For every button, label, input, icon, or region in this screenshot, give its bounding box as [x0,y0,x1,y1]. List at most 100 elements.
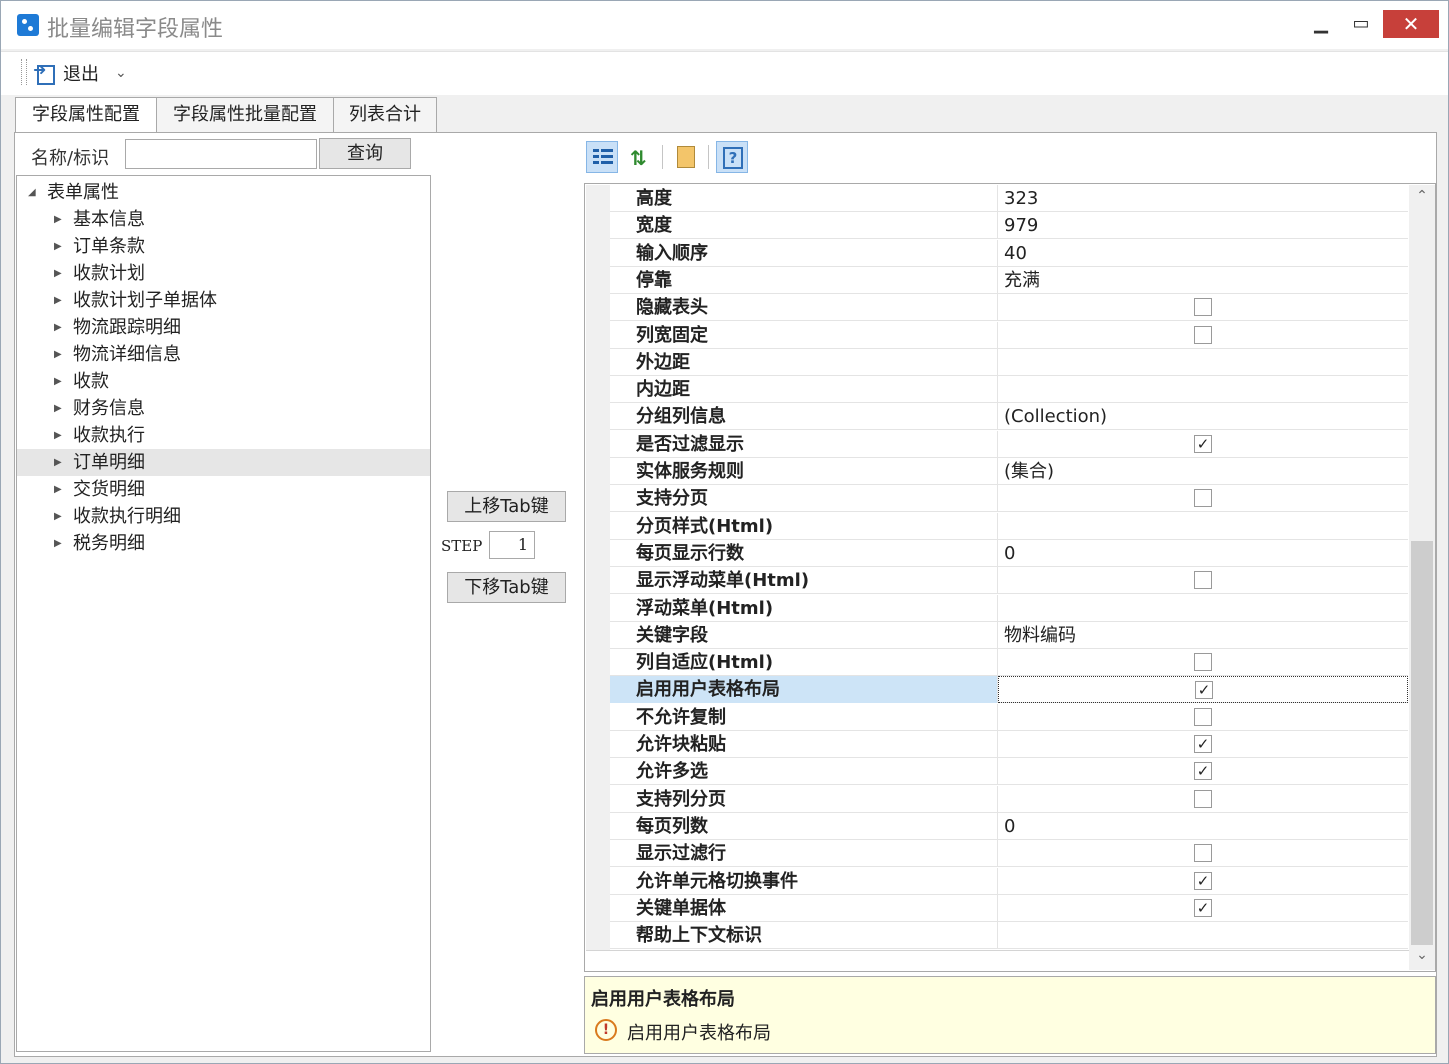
checked-checkbox[interactable]: ✓ [1194,762,1212,781]
unchecked-checkbox[interactable] [1194,298,1212,317]
property-value[interactable]: 物料编码 [998,622,1408,649]
tree-item[interactable]: ▶ 收款计划 [17,260,430,287]
property-row[interactable]: 分组列信息 (Collection) [610,403,1408,431]
categorized-button[interactable] [586,141,618,173]
property-value[interactable]: 充满 [998,267,1408,294]
scroll-up-icon[interactable]: ⌃ [1409,188,1435,204]
property-row[interactable]: 允许单元格切换事件 ✓ [610,867,1408,895]
property-value[interactable] [998,595,1408,622]
property-pages-button[interactable] [670,141,702,173]
scroll-thumb[interactable] [1411,541,1433,945]
search-input[interactable] [125,139,317,169]
property-row[interactable]: 支持列分页 [610,785,1408,813]
tree-item[interactable]: ▶ 收款执行 [17,422,430,449]
close-button[interactable]: ✕ [1383,10,1439,38]
expand-arrow-icon[interactable]: ▶ [54,260,62,287]
tab-field-property-config[interactable]: 字段属性配置 [15,97,157,135]
unchecked-checkbox[interactable] [1194,325,1212,344]
checked-checkbox[interactable]: ✓ [1194,434,1212,453]
property-row[interactable]: 支持分页 [610,485,1408,513]
property-row[interactable]: 实体服务规则 (集合) [610,458,1408,485]
property-value[interactable]: (集合) [998,458,1408,485]
property-row[interactable]: 分页样式(Html) [610,512,1408,540]
property-value-cell[interactable] [998,485,1408,512]
title-bar[interactable]: 批量编辑字段属性 ▁ ▭ ✕ [1,1,1448,49]
property-value[interactable]: 0 [998,540,1408,567]
expand-arrow-icon[interactable]: ▶ [54,476,62,503]
unchecked-checkbox[interactable] [1194,571,1212,590]
help-button[interactable]: ? [716,141,748,173]
property-row[interactable]: 不允许复制 [610,703,1408,731]
expand-arrow-icon[interactable]: ▶ [54,206,62,233]
unchecked-checkbox[interactable] [1194,707,1212,726]
property-row[interactable]: 显示浮动菜单(Html) [610,567,1408,595]
property-row[interactable]: 停靠 充满 [610,266,1408,294]
move-down-tab-button[interactable]: 下移Tab键 [447,572,566,603]
property-row[interactable]: 输入顺序 40 [610,239,1408,267]
property-value-cell[interactable] [998,704,1408,731]
exit-button[interactable]: 退出 ⌄ [33,59,127,87]
tree-item[interactable]: ▶ 交货明细 [17,476,430,503]
query-button[interactable]: 查询 [319,138,411,169]
expand-arrow-icon[interactable]: ▶ [54,368,62,395]
property-value[interactable] [998,513,1408,540]
property-row[interactable]: 显示过滤行 [610,840,1408,868]
property-value-cell[interactable]: ✓ [998,758,1408,785]
expand-arrow-icon[interactable]: ▶ [54,503,62,530]
expand-arrow-icon[interactable]: ▶ [54,530,62,557]
property-row[interactable]: 是否过滤显示 ✓ [610,430,1408,458]
form-tree[interactable]: ◢ 表单属性 ▶ 基本信息 ▶ 订单条款 ▶ 收款计划 ▶ 收款计划子单据体 ▶ 物流跟踪明细 ▶ 物… [16,175,431,1052]
tree-item[interactable]: ▶ 订单条款 [17,233,430,260]
property-row[interactable]: 外边距 [610,348,1408,376]
property-value-cell[interactable] [998,786,1408,813]
tree-root[interactable]: ◢ 表单属性 [17,179,430,206]
property-row[interactable]: 关键单据体 ✓ [610,894,1408,922]
expand-arrow-icon[interactable]: ▶ [54,422,62,449]
unchecked-checkbox[interactable] [1194,489,1212,508]
property-row[interactable]: 隐藏表头 [610,294,1408,322]
toolbar-grip[interactable] [21,59,27,85]
property-row[interactable]: 内边距 [610,376,1408,404]
minimize-button[interactable]: ▁ [1301,10,1341,38]
property-row[interactable]: 浮动菜单(Html) [610,594,1408,622]
tree-item[interactable]: ▶ 税务明细 [17,530,430,557]
chevron-down-icon[interactable]: ⌄ [115,65,127,81]
property-row[interactable]: 允许多选 ✓ [610,758,1408,786]
property-value[interactable]: 323 [998,185,1408,212]
property-row[interactable]: 每页列数 0 [610,812,1408,840]
property-value[interactable]: 979 [998,212,1408,239]
property-row[interactable]: 关键字段 物料编码 [610,621,1408,649]
property-row[interactable]: 列宽固定 [610,321,1408,349]
tree-item[interactable]: ▶ 基本信息 [17,206,430,233]
property-value[interactable]: 0 [998,813,1408,840]
property-grid[interactable]: 高度 323 宽度 979 输入顺序 40 停靠 充满 隐藏表头 列宽固定 外边距 内边距 分组列信息(… [584,183,1436,972]
property-row[interactable]: 高度 323 [610,185,1408,212]
tree-item[interactable]: ▶ 收款执行明细 [17,503,430,530]
expand-arrow-icon[interactable]: ▶ [54,287,62,314]
checked-checkbox[interactable]: ✓ [1194,735,1212,753]
property-value-cell[interactable] [998,294,1408,321]
collapse-arrow-icon[interactable]: ◢ [28,179,36,206]
property-value[interactable] [998,922,1408,949]
property-row[interactable]: 列自适应(Html) [610,649,1408,677]
property-row[interactable]: 宽度 979 [610,212,1408,240]
unchecked-checkbox[interactable] [1194,789,1212,808]
property-row[interactable]: 启用用户表格布局 ✓ [610,676,1408,704]
property-value-cell[interactable] [998,649,1408,676]
tree-item[interactable]: ▶ 财务信息 [17,395,430,422]
checked-checkbox[interactable]: ✓ [1195,681,1213,700]
tab-field-property-batch-config[interactable]: 字段属性批量配置 [156,97,334,133]
checked-checkbox[interactable]: ✓ [1194,898,1212,917]
expand-arrow-icon[interactable]: ▶ [54,341,62,368]
expand-arrow-icon[interactable]: ▶ [54,449,62,476]
property-value-cell[interactable]: ✓ [998,868,1408,895]
vertical-scrollbar[interactable]: ⌃ ⌄ [1409,185,1435,970]
sort-alpha-button[interactable]: ⇅ [624,141,656,173]
expand-arrow-icon[interactable]: ▶ [54,314,62,341]
step-input[interactable]: 1 [489,531,535,559]
property-row[interactable]: 帮助上下文标识 [610,922,1408,950]
property-value-cell[interactable] [998,840,1408,867]
move-up-tab-button[interactable]: 上移Tab键 [447,491,566,522]
tree-item[interactable]: ▶ 收款 [17,368,430,395]
property-value-cell[interactable] [998,567,1408,594]
